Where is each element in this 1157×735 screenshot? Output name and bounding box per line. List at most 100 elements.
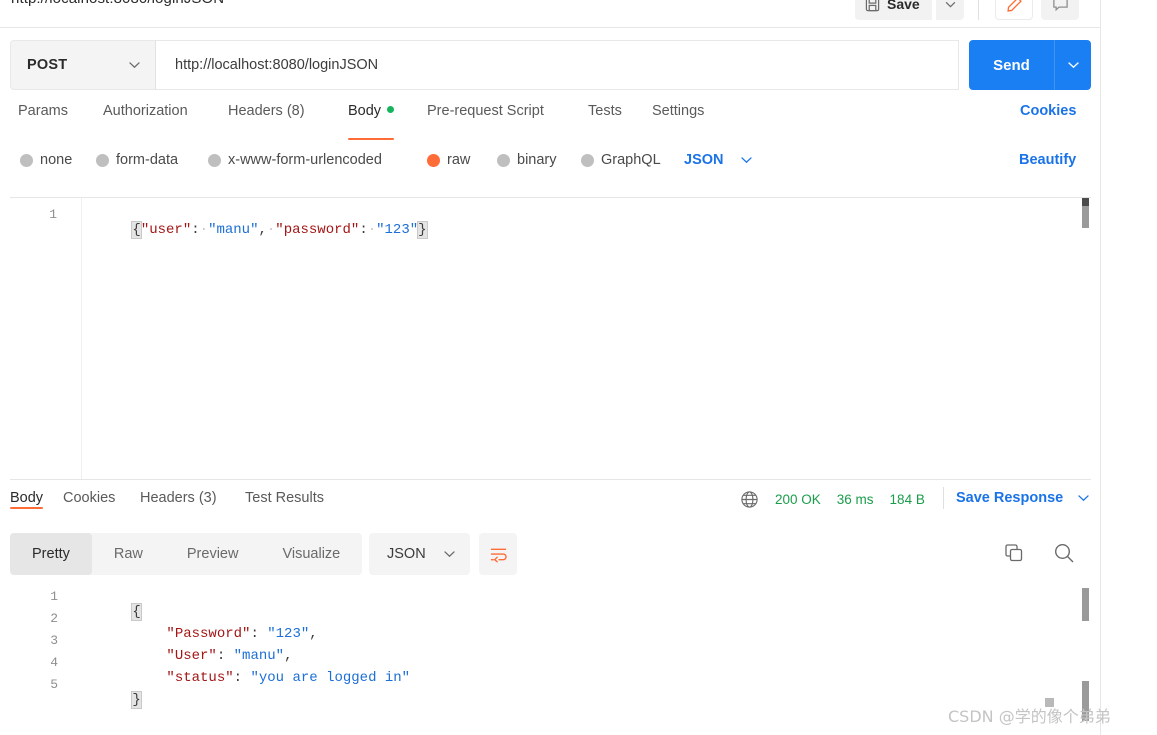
beautify-link[interactable]: Beautify [1019, 152, 1076, 168]
body-type-binary[interactable]: binary [497, 152, 557, 168]
chevron-down-icon [443, 550, 456, 558]
tab-tests[interactable]: Tests [588, 103, 622, 138]
radio-selected-icon [427, 153, 440, 167]
postman-window: http://localhost:8080/loginJSON Save [0, 0, 1157, 735]
tab-params[interactable]: Params [18, 103, 68, 138]
body-type-urlencoded-label: x-www-form-urlencoded [228, 152, 382, 168]
response-format-label: JSON [387, 546, 426, 562]
json-comma: , [309, 626, 318, 642]
tab-authorization[interactable]: Authorization [103, 103, 188, 138]
response-body-editor[interactable]: 1 2 3 4 5 { "Password": "123", "User": "… [10, 583, 1091, 735]
json-colon: : [233, 670, 251, 686]
segment-visualize[interactable]: Visualize [260, 533, 362, 575]
response-size: 184 B [889, 492, 925, 507]
response-status-group: 200 OK 36 ms 184 B [740, 490, 925, 509]
wrap-text-button[interactable] [479, 533, 517, 575]
tab-body[interactable]: Body [348, 103, 395, 140]
response-view-segments: Pretty Raw Preview Visualize [10, 533, 363, 575]
json-space-dot: · [199, 222, 209, 238]
response-format-dropdown[interactable]: JSON [369, 533, 470, 575]
http-method-dropdown[interactable]: POST [10, 40, 155, 90]
tab-pre-request-script[interactable]: Pre-request Script [427, 103, 544, 138]
tab-settings[interactable]: Settings [652, 103, 704, 138]
response-tab-headers[interactable]: Headers (3) [140, 490, 217, 506]
json-comma: , [258, 222, 267, 238]
line-number: 1 [49, 207, 57, 222]
request-body-editor[interactable]: 1 {"user":·"manu",·"password":·"123"} [10, 197, 1091, 480]
pencil-edit-icon [1006, 0, 1023, 13]
body-type-raw-label: raw [447, 152, 471, 168]
url-input-value: http://localhost:8080/loginJSON [175, 57, 379, 73]
json-colon: : [191, 222, 200, 238]
body-type-binary-label: binary [517, 152, 557, 168]
tab-body-label: Body [348, 103, 382, 119]
save-button[interactable]: Save [855, 0, 932, 20]
tab-headers[interactable]: Headers (8) [228, 103, 305, 138]
tab-tests-label: Tests [588, 103, 622, 119]
segment-visualize-label: Visualize [282, 546, 341, 562]
edit-button[interactable] [995, 0, 1033, 20]
scrollbar-thumb[interactable] [1082, 588, 1089, 621]
response-tab-body-label: Body [10, 490, 44, 506]
csdn-watermark: CSDN @学的像个弟弟 [948, 707, 1111, 726]
send-options-caret[interactable] [1054, 40, 1091, 90]
save-response-button[interactable]: Save Response [956, 490, 1090, 506]
body-format-dropdown[interactable]: JSON [684, 152, 753, 168]
response-tab-test-results[interactable]: Test Results [245, 490, 324, 506]
tab-pre-request-script-label: Pre-request Script [427, 103, 544, 119]
url-bar: POST http://localhost:8080/loginJSON Sen… [10, 40, 1091, 90]
response-toolbar: Pretty Raw Preview Visualize JSON [0, 533, 1100, 577]
search-button[interactable] [1052, 541, 1076, 565]
response-tab-body[interactable]: Body [10, 490, 44, 509]
url-input[interactable]: http://localhost:8080/loginJSON [155, 40, 959, 90]
response-tab-cookies[interactable]: Cookies [63, 490, 115, 506]
json-string: "you are logged in" [250, 670, 411, 686]
response-time: 36 ms [836, 492, 874, 507]
cookies-link[interactable]: Cookies [1020, 103, 1076, 119]
line-number: 2 [50, 611, 58, 626]
json-brace-close: } [131, 691, 142, 709]
response-tabs: Body Cookies Headers (3) Test Results 20… [0, 487, 1100, 522]
radio-icon [208, 153, 221, 167]
request-header-bar: http://localhost:8080/loginJSON Save [0, 0, 1100, 28]
body-format-label: JSON [684, 152, 724, 168]
tab-headers-label: Headers (8) [228, 103, 305, 119]
copy-button[interactable] [1003, 542, 1025, 564]
scrollbar-thumb[interactable] [1082, 206, 1089, 228]
json-string: "manu" [208, 222, 259, 238]
send-button[interactable]: Send [969, 40, 1054, 90]
radio-icon [497, 153, 510, 167]
body-modified-dot [387, 106, 395, 113]
save-button-label: Save [887, 0, 920, 12]
body-type-raw[interactable]: raw [427, 152, 470, 168]
toolbar-divider [978, 0, 979, 20]
body-type-graphql[interactable]: GraphQL [581, 152, 661, 168]
request-editor-scrollbar[interactable] [1080, 198, 1091, 479]
copy-icon [1003, 542, 1025, 564]
save-options-caret[interactable] [936, 0, 964, 20]
segment-preview[interactable]: Preview [165, 533, 261, 575]
tab-params-label: Params [18, 103, 68, 119]
comment-button[interactable] [1041, 0, 1079, 20]
body-type-form-data[interactable]: form-data [96, 152, 178, 168]
line-number: 3 [50, 633, 58, 648]
scrollbar-thumb-top[interactable] [1082, 198, 1089, 206]
save-disk-icon [865, 0, 880, 12]
segment-pretty[interactable]: Pretty [10, 533, 92, 575]
json-colon: : [359, 222, 368, 238]
json-string: "123" [376, 222, 419, 238]
watermark-mark [1045, 698, 1054, 707]
request-title: http://localhost:8080/loginJSON [11, 0, 224, 7]
response-tab-test-results-label: Test Results [245, 490, 324, 506]
comment-bubble-icon [1052, 0, 1069, 13]
body-type-none[interactable]: none [20, 152, 72, 168]
globe-icon [740, 490, 759, 509]
tab-authorization-label: Authorization [103, 103, 188, 119]
json-key: "user" [140, 222, 192, 238]
body-type-urlencoded[interactable]: x-www-form-urlencoded [208, 152, 382, 168]
radio-icon [20, 153, 33, 167]
radio-icon [96, 153, 109, 167]
response-tab-active-underline [10, 506, 44, 509]
tab-active-underline [348, 137, 395, 140]
segment-raw[interactable]: Raw [92, 533, 165, 575]
